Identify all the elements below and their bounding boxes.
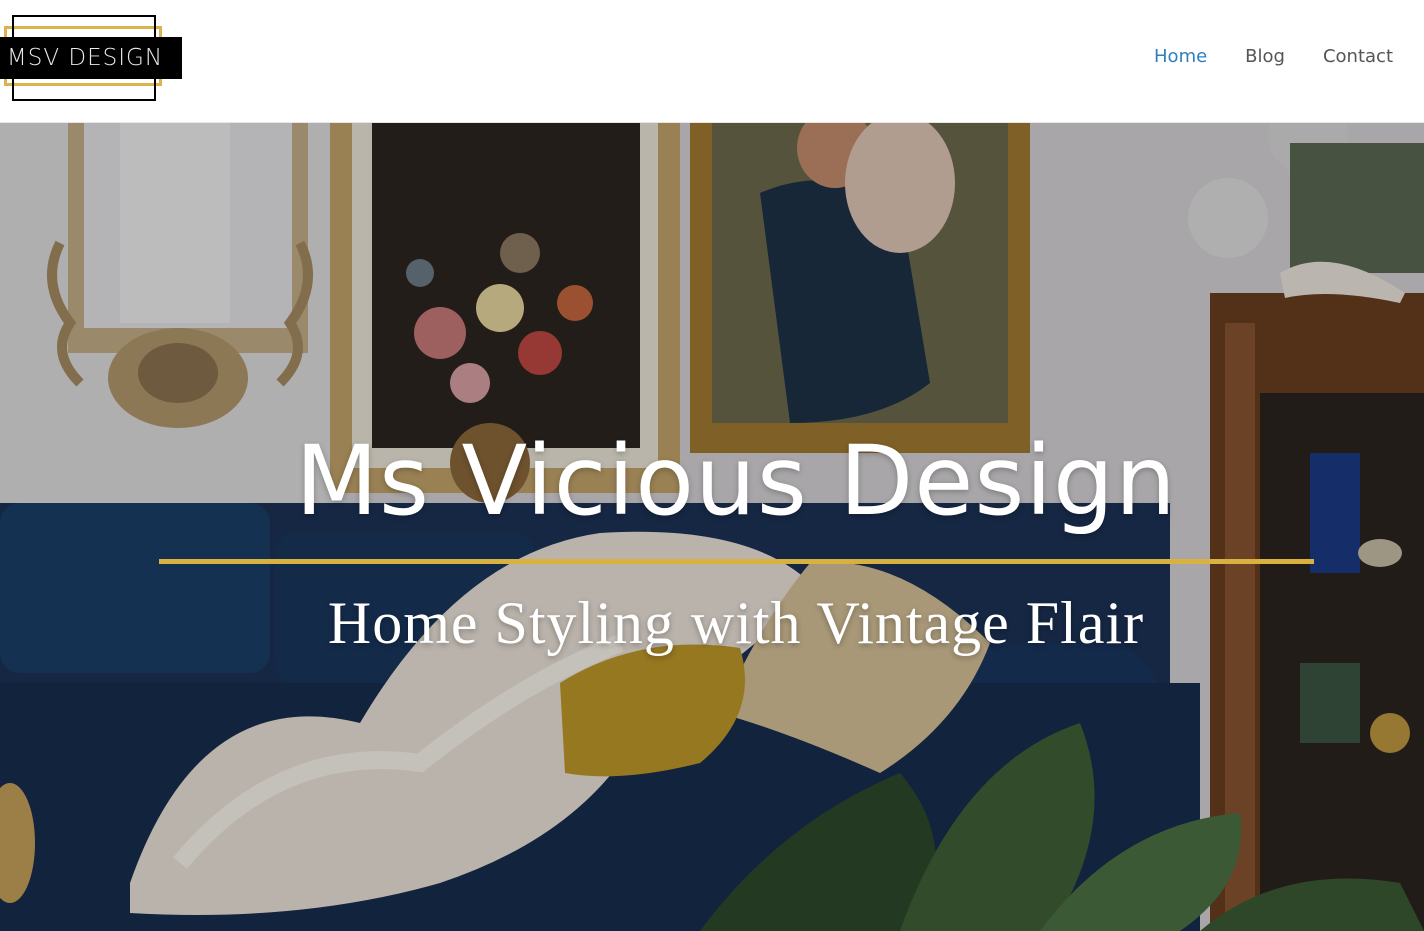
- site-header: MSV DESIGN Home Blog Contact: [0, 0, 1424, 123]
- nav-contact-link[interactable]: Contact: [1323, 46, 1393, 67]
- main-nav: Home Blog Contact: [1154, 46, 1393, 67]
- hero-divider: [159, 559, 1314, 564]
- hero-title: Ms Vicious Design: [295, 425, 1177, 537]
- site-logo[interactable]: MSV DESIGN: [0, 15, 182, 103]
- nav-blog-link[interactable]: Blog: [1245, 46, 1285, 67]
- nav-home-link[interactable]: Home: [1154, 46, 1207, 67]
- hero-banner: Ms Vicious Design Home Styling with Vint…: [0, 123, 1424, 931]
- logo-text: MSV DESIGN: [6, 45, 164, 71]
- hero-subtitle: Home Styling with Vintage Flair: [327, 590, 1145, 656]
